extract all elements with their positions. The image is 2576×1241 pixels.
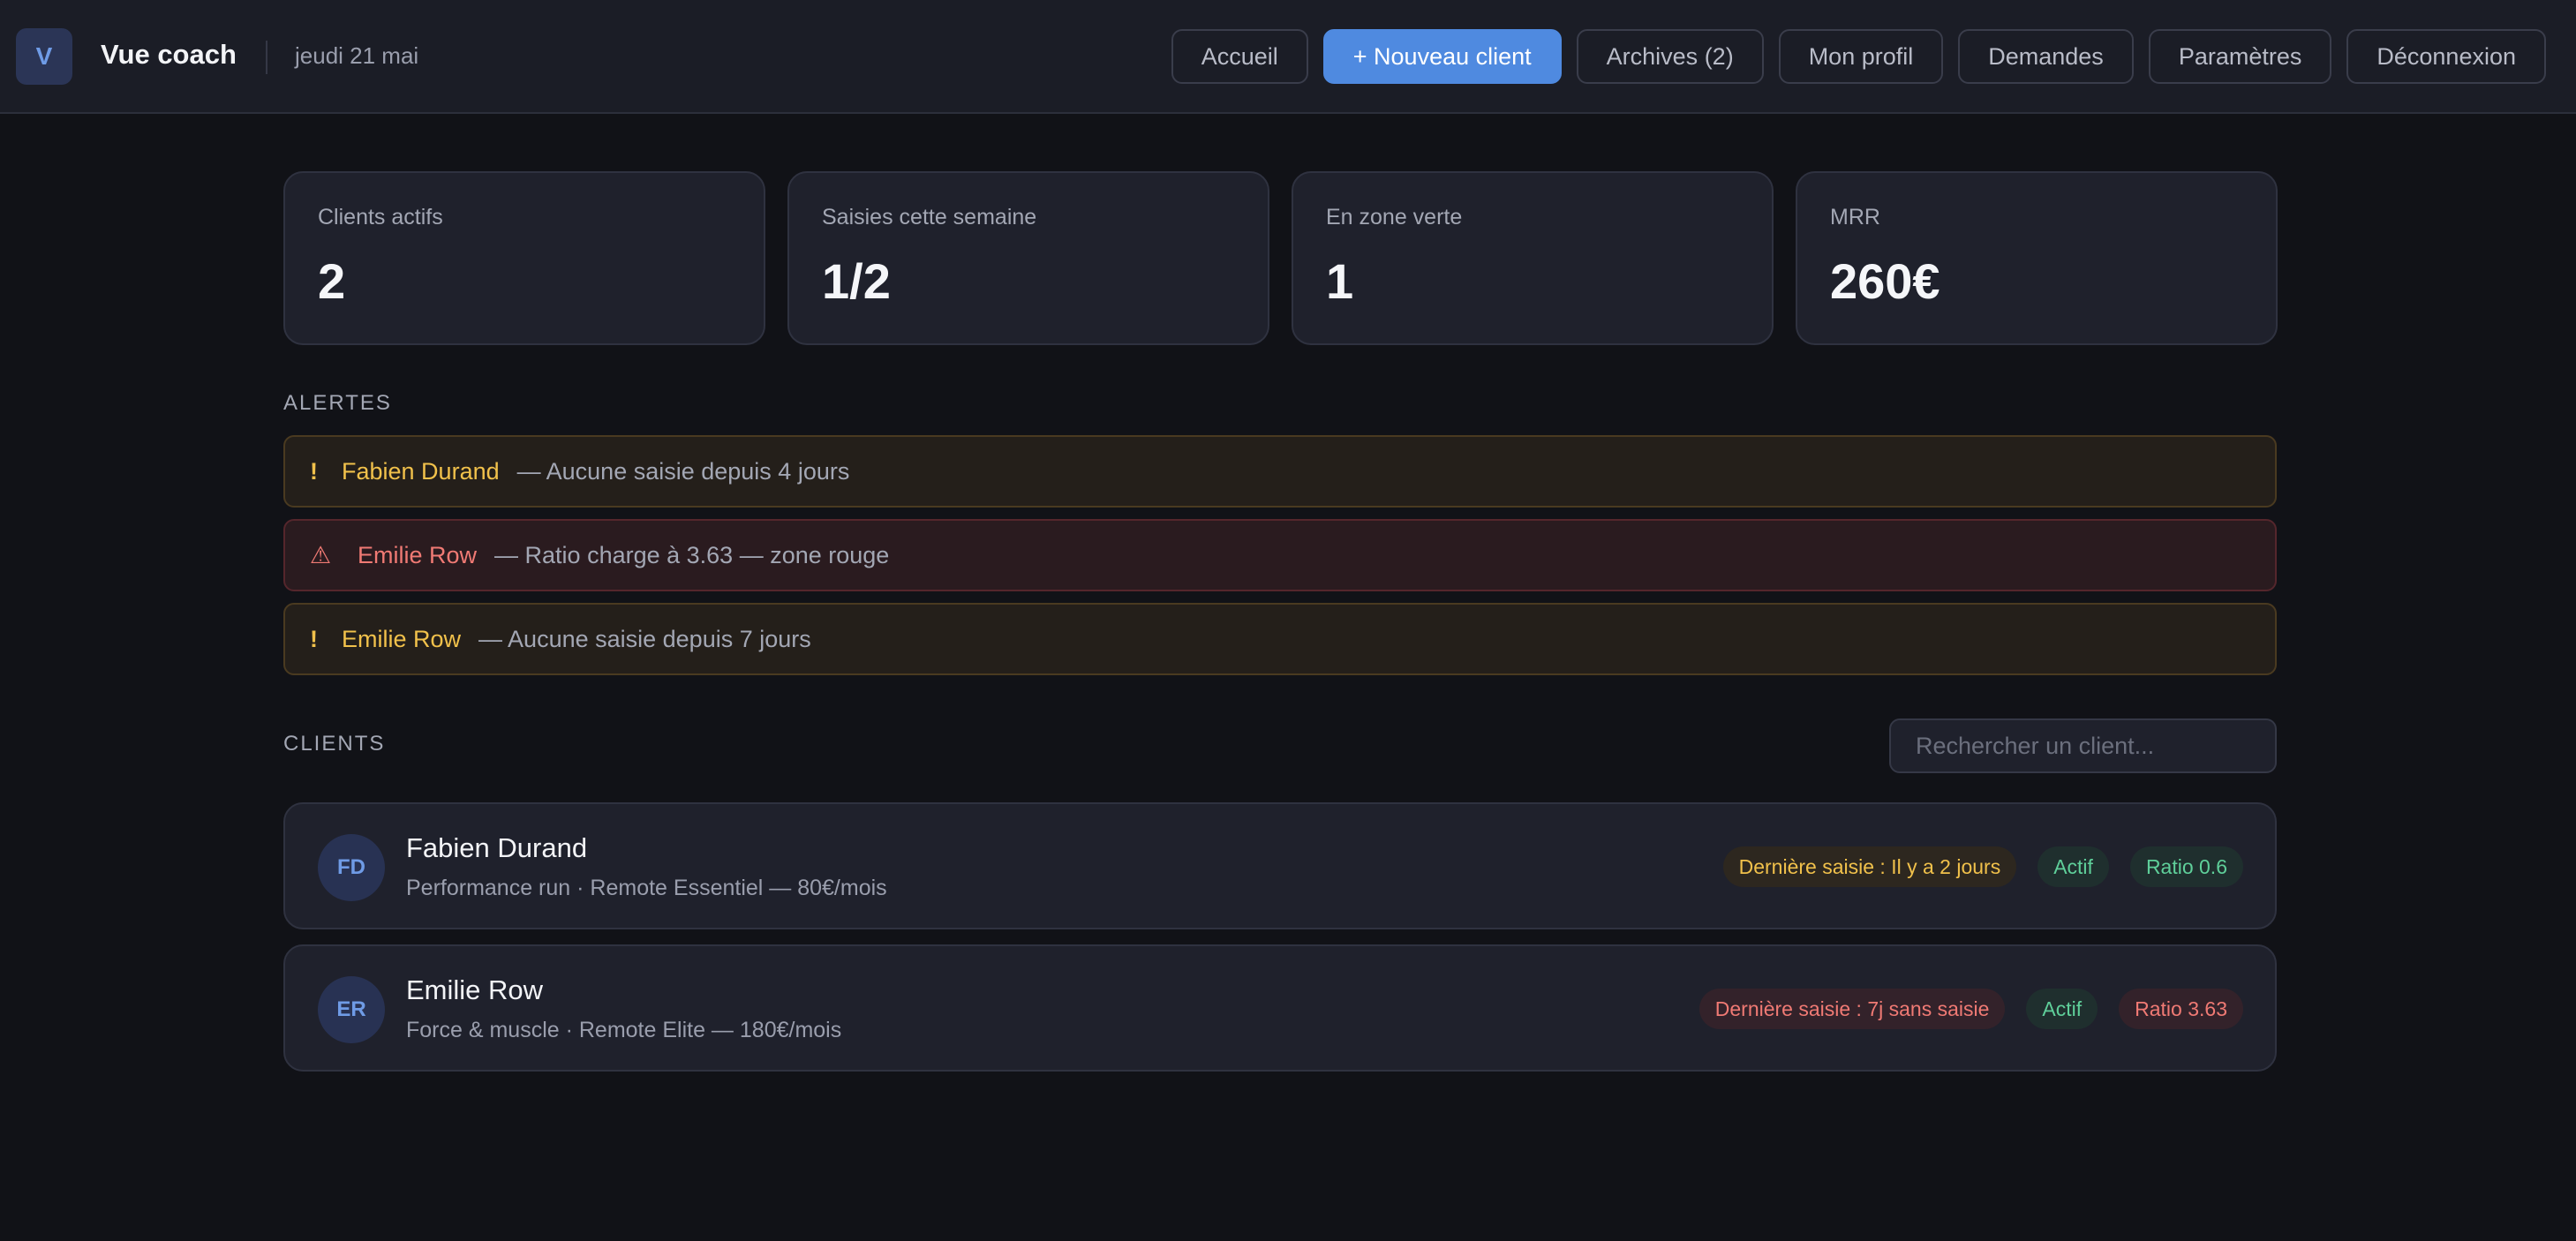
last-entry-badge: Dernière saisie : 7j sans saisie (1699, 989, 2006, 1029)
logout-button[interactable]: Déconnexion (2346, 29, 2546, 84)
warning-triangle-icon: ⚠ (310, 541, 332, 568)
alert-message: — Ratio charge à 3.63 — zone rouge (494, 541, 890, 568)
alert-message: — Aucune saisie depuis 7 jours (478, 625, 811, 652)
client-name: Fabien Durand (406, 832, 588, 863)
avatar: ER (318, 976, 385, 1043)
stat-card-weekly-entries: Saisies cette semaine 1/2 (787, 171, 1269, 345)
stat-value: 1/2 (822, 253, 891, 309)
last-entry-badge: Dernière saisie : Il y a 2 jours (1722, 846, 2017, 887)
requests-button[interactable]: Demandes (1958, 29, 2134, 84)
settings-button[interactable]: Paramètres (2148, 29, 2332, 84)
stat-card-active-clients: Clients actifs 2 (283, 171, 765, 345)
clients-section-title: CLIENTS (283, 732, 386, 756)
alert-client-name: Emilie Row (358, 541, 478, 568)
new-client-button[interactable]: + Nouveau client (1322, 29, 1562, 84)
client-plan: Performance run · Remote Essentiel — 80€… (406, 876, 887, 900)
top-bar: V Vue coach jeudi 21 mai Accueil + Nouve… (0, 0, 2576, 114)
alert-item[interactable]: ! Emilie Row — Aucune saisie depuis 7 jo… (283, 603, 2277, 675)
client-badges: Dernière saisie : 7j sans saisie Actif R… (1699, 989, 2243, 1029)
stat-label: Saisies cette semaine (822, 205, 1037, 229)
my-profile-button[interactable]: Mon profil (1778, 29, 1944, 84)
stat-label: Clients actifs (318, 205, 443, 229)
ratio-badge: Ratio 3.63 (2119, 989, 2243, 1029)
client-card[interactable]: FD Fabien Durand Performance run · Remot… (283, 802, 2277, 929)
stat-card-green-zone: En zone verte 1 (1292, 171, 1774, 345)
stat-value: 2 (318, 253, 346, 309)
top-nav: Accueil + Nouveau client Archives (2) Mo… (1171, 29, 2546, 84)
alert-item[interactable]: ! Fabien Durand — Aucune saisie depuis 4… (283, 435, 2277, 508)
avatar: FD (318, 834, 385, 901)
stat-value: 1 (1326, 253, 1354, 309)
stat-label: MRR (1830, 205, 1880, 229)
alerts-section-title: ALERTES (283, 391, 392, 415)
exclamation-icon: ! (310, 457, 318, 485)
alert-client-name: Fabien Durand (342, 457, 500, 485)
archives-button[interactable]: Archives (2) (1576, 29, 1764, 84)
status-badge: Actif (2026, 989, 2098, 1029)
title-divider (266, 41, 267, 74)
exclamation-icon: ! (310, 625, 318, 652)
alert-client-name: Emilie Row (342, 625, 462, 652)
alert-item[interactable]: ⚠ Emilie Row — Ratio charge à 3.63 — zon… (283, 519, 2277, 591)
client-card[interactable]: ER Emilie Row Force & muscle · Remote El… (283, 944, 2277, 1072)
client-badges: Dernière saisie : Il y a 2 jours Actif R… (1722, 846, 2243, 887)
client-search-input[interactable] (1889, 718, 2277, 773)
stat-value: 260€ (1830, 253, 1940, 309)
stat-label: En zone verte (1326, 205, 1463, 229)
current-date: jeudi 21 mai (295, 42, 419, 69)
ratio-badge: Ratio 0.6 (2129, 846, 2243, 887)
app-title: Vue coach (101, 39, 237, 70)
status-badge: Actif (2037, 846, 2109, 887)
client-plan: Force & muscle · Remote Elite — 180€/moi… (406, 1018, 842, 1042)
alert-message: — Aucune saisie depuis 4 jours (516, 457, 850, 485)
app-logo: V (16, 28, 72, 85)
stat-card-mrr: MRR 260€ (1796, 171, 2278, 345)
home-button[interactable]: Accueil (1171, 29, 1308, 84)
client-name: Emilie Row (406, 974, 544, 1005)
